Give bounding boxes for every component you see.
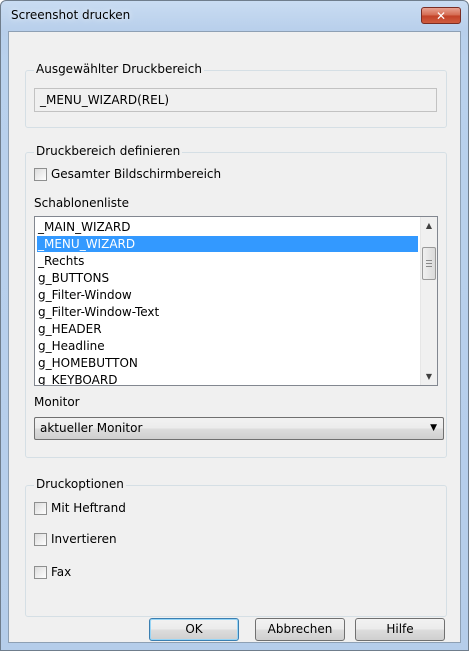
monitor-select[interactable]: aktueller Monitor ▼	[34, 417, 444, 440]
list-item[interactable]: g_Filter-Window-Text	[37, 304, 418, 320]
list-item[interactable]: g_HOMEBUTTON	[37, 355, 418, 371]
monitor-select-value: aktueller Monitor	[40, 421, 143, 435]
fullscreen-checkbox[interactable]	[34, 168, 47, 181]
template-listbox[interactable]: _MAIN_WIZARD _MENU_WIZARD _Rechts g_BUTTONS…	[34, 216, 438, 386]
option-label-invertieren: Invertieren	[51, 532, 117, 546]
help-button[interactable]: Hilfe	[355, 618, 445, 641]
define-area-legend: Druckbereich definieren	[34, 144, 183, 158]
selected-area-legend: Ausgewählter Druckbereich	[34, 62, 204, 76]
dialog-window: Screenshot drucken ✕ Ausgewählter Druckb…	[0, 0, 469, 651]
close-button[interactable]: ✕	[421, 7, 461, 24]
list-item[interactable]: g_HEADER	[37, 321, 418, 337]
list-item[interactable]: g_Filter-Window	[37, 287, 418, 303]
dialog-client-area: Ausgewählter Druckbereich _MENU_WIZARD(R…	[8, 31, 461, 643]
grip-line	[426, 260, 432, 261]
option-label-fax: Fax	[51, 565, 72, 579]
monitor-label: Monitor	[34, 395, 80, 409]
option-checkbox-heftrand[interactable]	[34, 502, 47, 515]
grip-line	[426, 263, 432, 264]
option-checkbox-fax[interactable]	[34, 566, 47, 579]
list-item[interactable]: _MAIN_WIZARD	[37, 219, 418, 235]
arrow-down-icon[interactable]: ▼	[421, 368, 437, 385]
arrow-up-icon[interactable]: ▲	[421, 217, 437, 234]
close-icon: ✕	[435, 9, 447, 23]
list-item[interactable]: g_Headline	[37, 338, 418, 354]
cancel-button[interactable]: Abbrechen	[255, 618, 345, 641]
fullscreen-label: Gesamter Bildschirmbereich	[51, 167, 222, 181]
selected-area-value: _MENU_WIZARD(REL)	[34, 88, 437, 112]
chevron-down-icon: ▼	[430, 423, 437, 433]
list-item[interactable]: g_BUTTONS	[37, 270, 418, 286]
option-checkbox-invertieren[interactable]	[34, 533, 47, 546]
template-list-label: Schablonenliste	[34, 196, 130, 210]
option-label-heftrand: Mit Heftrand	[51, 501, 126, 515]
list-item[interactable]: _Rechts	[37, 253, 418, 269]
grip-line	[426, 266, 432, 267]
list-scrollbar[interactable]: ▲ ▼	[420, 217, 437, 385]
title-bar[interactable]: Screenshot drucken ✕	[1, 1, 468, 31]
list-item[interactable]: _MENU_WIZARD	[37, 236, 418, 252]
print-options-legend: Druckoptionen	[34, 477, 126, 491]
scrollbar-thumb[interactable]	[422, 247, 436, 280]
ok-button[interactable]: OK	[149, 618, 239, 641]
window-title: Screenshot drucken	[11, 8, 131, 22]
list-item[interactable]: g_KEYBOARD	[37, 372, 418, 385]
